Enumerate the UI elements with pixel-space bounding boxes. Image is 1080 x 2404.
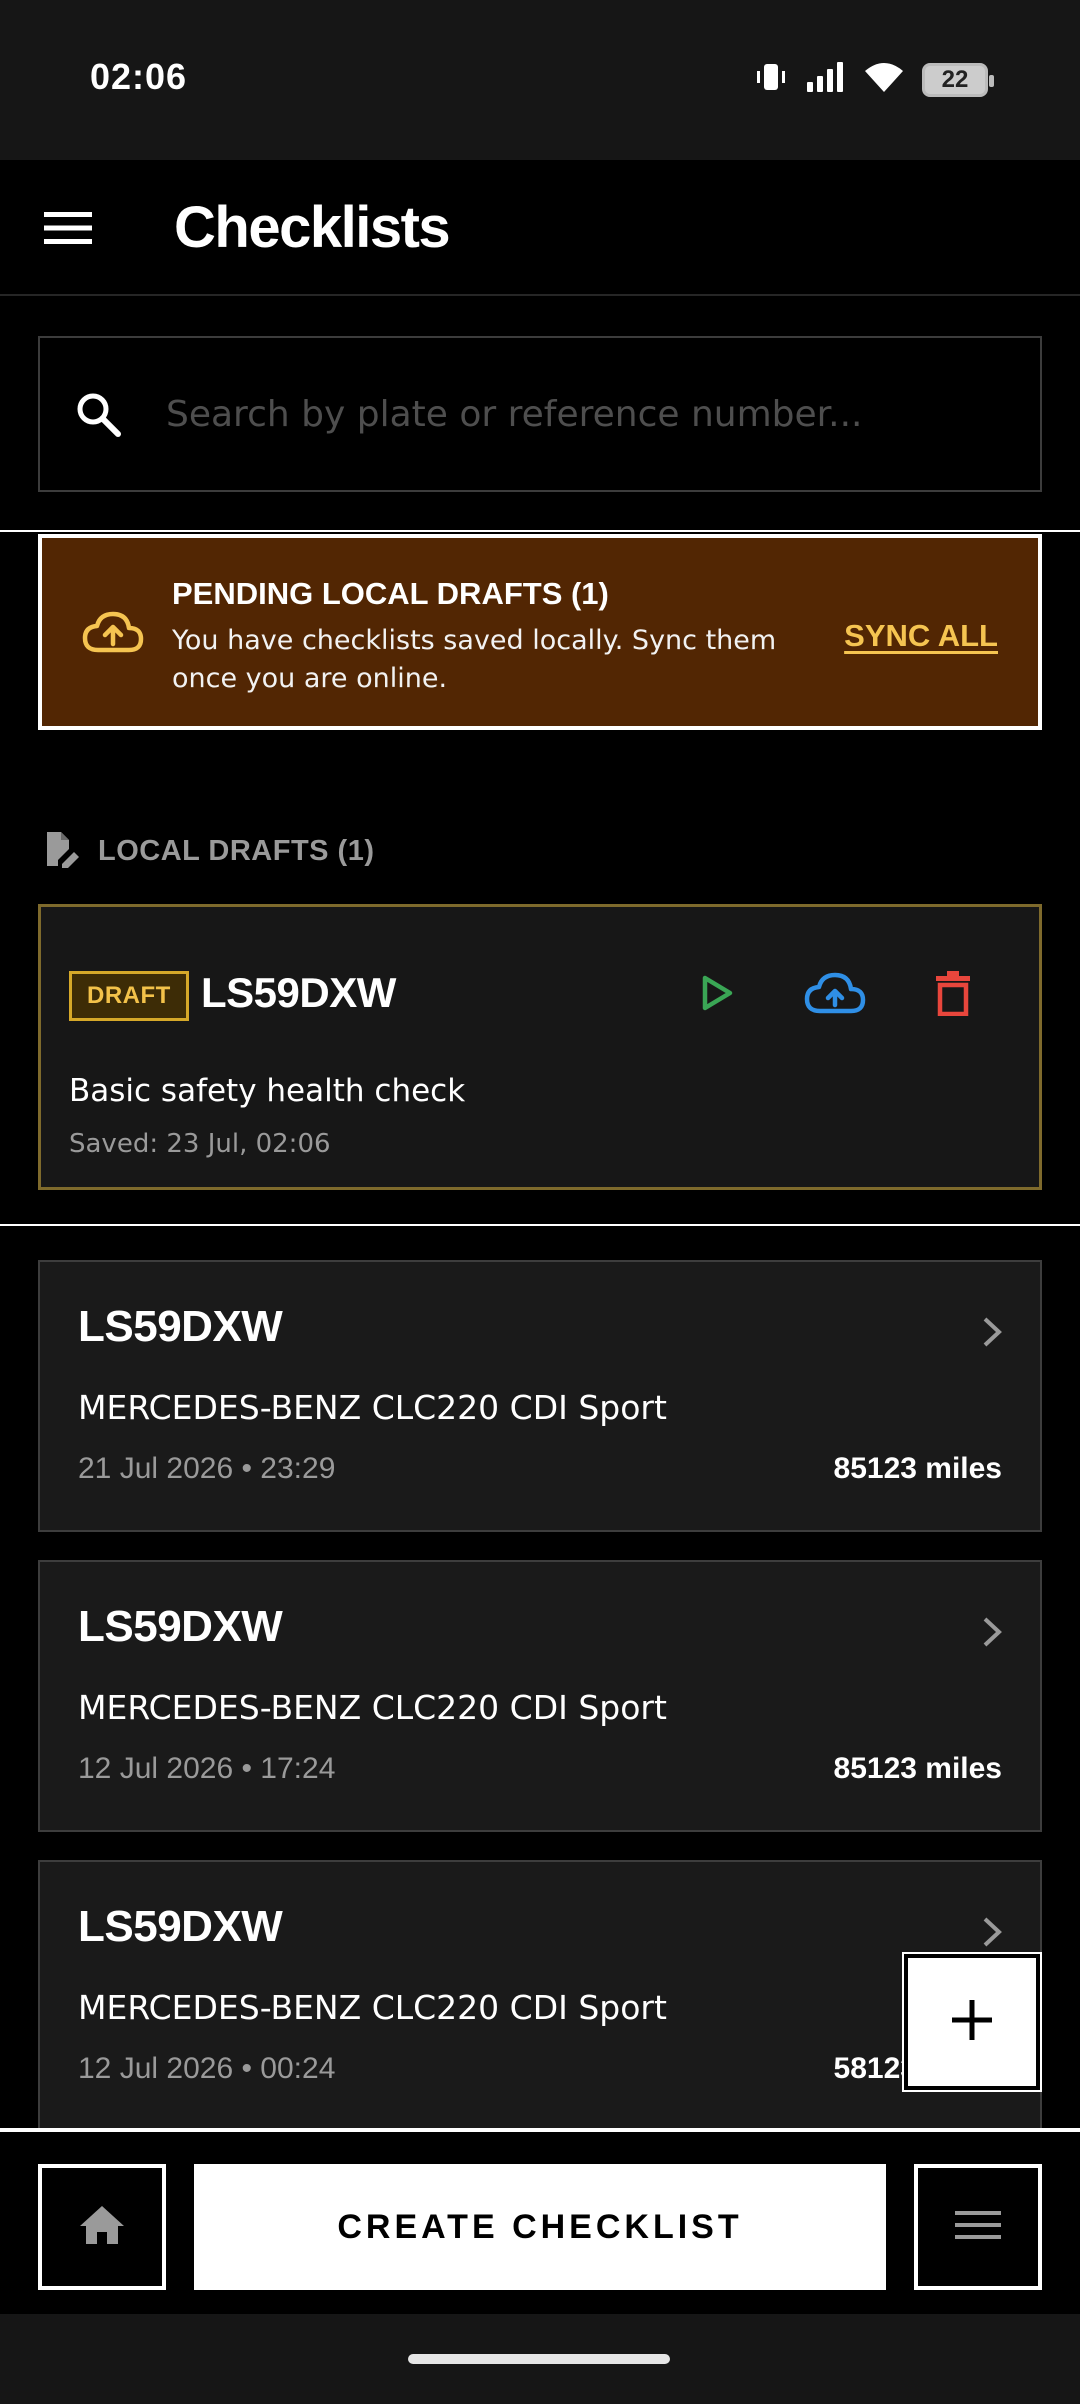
card-date: 21 Jul 2026 • 23:29 — [78, 1452, 336, 1485]
upload-draft-button[interactable] — [803, 963, 867, 1027]
checklist-card[interactable]: LS59DXW MERCEDES-BENZ CLC220 CDI Sport 2… — [38, 1260, 1042, 1532]
status-time: 02:06 — [90, 56, 188, 97]
card-date: 12 Jul 2026 • 17:24 — [78, 1752, 336, 1785]
search-icon — [74, 390, 122, 443]
vibrate-icon — [754, 60, 788, 99]
checklist-card[interactable]: LS59DXW MERCEDES-BENZ CLC220 CDI Sport 1… — [38, 1560, 1042, 1832]
cloud-upload-icon — [804, 971, 866, 1020]
draft-plate: LS59DXW — [201, 969, 396, 1016]
home-indicator[interactable] — [408, 2354, 670, 2364]
resume-draft-button[interactable] — [685, 963, 749, 1027]
card-miles: 85123 miles — [833, 1452, 1002, 1485]
wifi-icon — [864, 61, 904, 98]
draft-saved-time: Saved: 23 Jul, 02:06 — [69, 1129, 331, 1159]
search-section — [0, 298, 1080, 532]
search-box[interactable] — [38, 336, 1042, 492]
chevron-right-icon — [982, 1316, 1002, 1353]
card-date: 12 Jul 2026 • 00:24 — [78, 2052, 336, 2085]
card-model: MERCEDES-BENZ CLC220 CDI Sport — [78, 1988, 667, 2027]
system-nav-bar — [0, 2314, 1080, 2404]
app-bar: Checklists — [0, 160, 1080, 296]
card-plate: LS59DXW — [78, 1302, 283, 1351]
chevron-right-icon — [982, 1616, 1002, 1653]
local-drafts-header: LOCAL DRAFTS (1) — [44, 830, 375, 873]
draft-actions — [685, 963, 985, 1027]
play-icon — [700, 974, 734, 1017]
sync-all-button[interactable]: SYNC ALL — [844, 618, 998, 654]
checklist-card[interactable]: LS59DXW MERCEDES-BENZ CLC220 CDI Sport 1… — [38, 1860, 1042, 2128]
draft-description: Basic safety health check — [69, 1073, 466, 1109]
search-input[interactable] — [166, 378, 1006, 450]
pending-drafts-banner: PENDING LOCAL DRAFTS (1) You have checkl… — [38, 534, 1042, 730]
card-model: MERCEDES-BENZ CLC220 CDI Sport — [78, 1388, 667, 1427]
edit-document-icon — [44, 830, 80, 873]
card-model: MERCEDES-BENZ CLC220 CDI Sport — [78, 1688, 667, 1727]
hamburger-menu-icon[interactable] — [40, 200, 96, 256]
home-icon — [78, 2204, 126, 2251]
bottom-bar: CREATE CHECKLIST — [0, 2128, 1080, 2314]
plus-icon — [950, 1998, 994, 2047]
draft-badge: DRAFT — [69, 971, 189, 1021]
banner-message: You have checklists saved locally. Sync … — [172, 625, 777, 694]
local-drafts-label: LOCAL DRAFTS (1) — [98, 835, 375, 867]
status-icons: 22 — [754, 60, 994, 99]
more-menu-button[interactable] — [914, 2164, 1042, 2290]
chevron-right-icon — [982, 1916, 1002, 1953]
create-checklist-button[interactable]: CREATE CHECKLIST — [194, 2164, 886, 2290]
trash-icon — [935, 970, 971, 1021]
draft-card[interactable]: DRAFT LS59DXW Basic safety health check … — [38, 904, 1042, 1190]
delete-draft-button[interactable] — [921, 963, 985, 1027]
add-checklist-fab[interactable] — [902, 1952, 1042, 2092]
menu-icon — [955, 2209, 1001, 2246]
status-bar: 02:06 22 — [0, 0, 1080, 160]
signal-icon — [806, 62, 846, 97]
banner-title: PENDING LOCAL DRAFTS (1) — [172, 576, 609, 611]
cloud-upload-icon — [82, 610, 144, 659]
home-button[interactable] — [38, 2164, 166, 2290]
card-miles: 85123 miles — [833, 1752, 1002, 1785]
card-plate: LS59DXW — [78, 1902, 283, 1951]
card-plate: LS59DXW — [78, 1602, 283, 1651]
page-title: Checklists — [174, 195, 451, 260]
battery-icon: 22 — [922, 62, 994, 97]
